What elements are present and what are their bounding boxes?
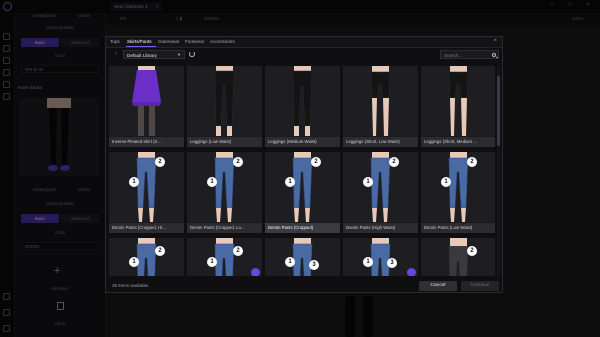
hotspot-badge-2[interactable]: 2 — [155, 157, 165, 167]
item-caption: Denim Pants (Cropped, Hi... — [109, 223, 184, 233]
library-select[interactable]: Default Library ▼ — [123, 50, 185, 59]
tab-footwear[interactable]: Footwear — [185, 39, 204, 44]
item-thumbnail — [343, 66, 418, 136]
extra-variant-indicator — [251, 268, 260, 276]
item-caption: Leggings (Short, Low Waist) — [343, 137, 418, 147]
item-thumbnail — [421, 152, 495, 222]
item-card[interactable]: 12 — [109, 238, 184, 276]
item-thumbnail — [265, 152, 340, 222]
item-grid: Inverse-Pleated Skirt (S... Leggings (Lo… — [109, 66, 495, 276]
item-thumbnail — [343, 152, 418, 222]
item-card[interactable]: 13 — [265, 238, 340, 276]
scrollbar-thumb[interactable] — [497, 76, 500, 146]
item-caption: Leggings (Short, Medium ... — [421, 137, 495, 147]
hotspot-badge-2[interactable]: 2 — [155, 246, 165, 256]
hotspot-badge-1[interactable]: 1 — [207, 177, 217, 187]
hotspot-badge-1[interactable]: 1 — [129, 257, 139, 267]
hotspot-badge-2[interactable]: 2 — [389, 157, 399, 167]
item-caption: Denim Pants (Cropped) — [265, 223, 340, 233]
item-card[interactable]: 1 2 Denim Pants (Cropped) — [265, 152, 340, 233]
item-thumbnail — [109, 238, 184, 276]
hotspot-badge-1[interactable]: 1 — [363, 257, 373, 267]
cancel-button[interactable]: Cancel — [419, 281, 457, 291]
hotspot-badge-2[interactable]: 2 — [467, 246, 477, 256]
search-input[interactable]: Search... — [440, 50, 499, 59]
hotspot-badge-2[interactable]: 2 — [233, 157, 243, 167]
continue-button[interactable]: Continue — [461, 281, 499, 291]
chevron-down-icon: ▼ — [177, 52, 181, 57]
item-card[interactable]: Leggings (Short, Low Waist) — [343, 66, 418, 147]
item-picker-modal: Tops Skirts/Pants Outerwear Footwear Acc… — [105, 36, 503, 293]
item-thumbnail — [109, 66, 184, 136]
item-thumbnail — [187, 66, 262, 136]
item-card[interactable]: Leggings (Medium Waist) — [265, 66, 340, 147]
item-card[interactable]: Inverse-Pleated Skirt (S... — [109, 66, 184, 147]
item-card[interactable]: Leggings (Low Waist) — [187, 66, 262, 147]
item-thumbnail — [265, 238, 340, 276]
item-card[interactable]: 1 2 Denim Pants (Low Waist) — [421, 152, 495, 233]
hotspot-badge-1[interactable]: 1 — [285, 177, 295, 187]
grid-scrollbar[interactable] — [497, 66, 500, 276]
hotspot-badge-2[interactable]: 3 — [309, 260, 319, 270]
hotspot-badge-1[interactable]: 1 — [129, 177, 139, 187]
item-caption: Denim Pants (Cropped, Lo... — [187, 223, 262, 233]
item-thumbnail — [421, 66, 495, 136]
item-card[interactable]: 13 — [343, 238, 418, 276]
tab-skirts-pants[interactable]: Skirts/Pants — [127, 39, 152, 44]
hotspot-badge-2[interactable]: 2 — [233, 246, 243, 256]
item-card[interactable]: 1 2 Denim Pants (Cropped, Hi... — [109, 152, 184, 233]
hotspot-badge-1[interactable]: 1 — [207, 257, 217, 267]
tab-outerwear[interactable]: Outerwear — [158, 39, 179, 44]
item-thumbnail — [265, 66, 340, 136]
item-caption: Inverse-Pleated Skirt (S... — [109, 137, 184, 147]
refresh-icon[interactable] — [189, 51, 195, 57]
item-caption: Denim Pants (Low Waist) — [421, 223, 495, 233]
item-card[interactable]: Leggings (Short, Medium ... — [421, 66, 495, 147]
library-select-value: Default Library — [127, 52, 157, 58]
item-thumbnail — [109, 152, 184, 222]
hotspot-badge-1[interactable]: 1 — [363, 177, 373, 187]
category-tabs: Tops Skirts/Pants Outerwear Footwear Acc… — [106, 37, 502, 48]
item-caption: Denim Pants (High Waist) — [343, 223, 418, 233]
item-caption: Leggings (Medium Waist) — [265, 137, 340, 147]
back-arrow-icon[interactable]: ‹ — [115, 51, 117, 57]
hotspot-badge-2[interactable]: 2 — [467, 157, 477, 167]
library-bar: ‹ Default Library ▼ Search... — [106, 48, 502, 62]
item-card[interactable]: 12 — [187, 238, 262, 276]
item-thumbnail — [421, 238, 495, 276]
tab-accessories[interactable]: Accessories — [210, 39, 235, 44]
hotspot-badge-1[interactable]: 1 — [441, 177, 451, 187]
hotspot-badge-2[interactable]: 3 — [387, 258, 397, 268]
hotspot-badge-2[interactable]: 2 — [311, 157, 321, 167]
item-card[interactable]: 1 2 Denim Pants (High Waist) — [343, 152, 418, 233]
modal-footer: 35 items available. Cancel Continue — [106, 280, 502, 292]
extra-variant-indicator — [407, 268, 416, 276]
search-placeholder: Search... — [444, 52, 463, 58]
item-card[interactable]: 1 2 Denim Pants (Cropped, Lo... — [187, 152, 262, 233]
items-count: 35 items available. — [112, 283, 150, 288]
item-caption: Leggings (Low Waist) — [187, 137, 262, 147]
search-icon[interactable] — [492, 52, 496, 57]
tab-tops[interactable]: Tops — [110, 39, 120, 44]
close-modal-icon[interactable]: × — [493, 38, 497, 44]
item-thumbnail — [187, 152, 262, 222]
item-card[interactable]: 2 — [421, 238, 495, 276]
active-tab-indicator — [126, 46, 156, 47]
hotspot-badge-1[interactable]: 1 — [285, 257, 295, 267]
